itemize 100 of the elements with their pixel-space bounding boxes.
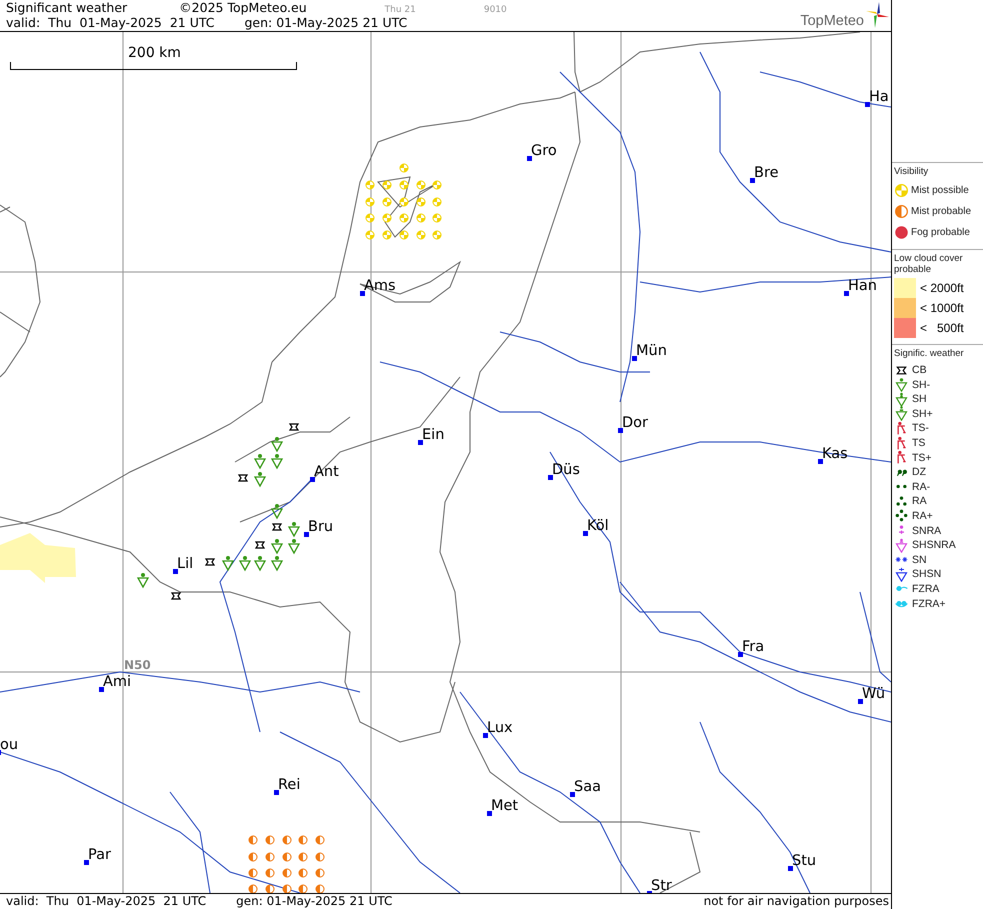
mist-possible-icon [432,180,442,190]
city-label: Ein [422,428,444,442]
city-label: Mün [636,344,667,358]
city-label: Bru [308,520,334,534]
city-marker [99,687,104,692]
shower-icon [222,556,234,572]
city-label: Lux [487,720,513,735]
legend-label: SH- [912,378,930,391]
mist-possible-icon [366,198,374,206]
valid-time: valid: Thu 01-May-2025 21 UTC [6,15,214,30]
city-label: Ami [103,674,132,689]
mist-probable-icon [282,868,292,878]
city-label: Met [491,798,518,813]
mist-possible-icon [400,180,408,190]
city-marker [304,532,309,537]
mist-probable-icon [248,868,258,878]
mist-possible-icon [416,180,426,190]
legend-heading: Visibility [894,167,930,178]
latitude-label: N50 [124,658,151,672]
cumulonimbus-icon [238,474,248,482]
legend-label: Fog probable [911,227,970,238]
logo-text: TopMeteo [800,13,864,29]
mist-possible-icon [432,198,442,206]
city-label: Han [848,278,877,293]
city-marker [750,178,755,183]
city-marker [618,428,623,433]
mist-possible-icon [416,214,426,222]
city-label: Lil [177,556,194,571]
shower-icon [270,556,284,572]
city-marker [788,866,793,871]
city-label: Ams [364,278,396,293]
legend-label: TS+ [912,452,932,464]
legend-label: RA [912,495,927,508]
legend-label: < 2000ft [920,280,964,298]
run-label: Thu 21 [384,5,416,15]
ra-heavy-icon [894,508,909,524]
chart-code: 9010 [484,5,507,15]
city-label: Par [88,848,111,862]
mist-possible-icon [400,230,408,240]
mist-probable-icon [298,836,308,844]
cumulonimbus-icon [204,558,216,566]
mist-possible-icon [366,214,374,222]
city-label: Dor [622,416,648,430]
cloud-color-scale [894,278,916,338]
generated-time: gen: 01-May-2025 21 UTC [236,894,392,909]
mist-possible-icon [894,183,909,198]
legend-label: Mist possible [911,185,969,196]
legend-label: < 500ft [920,320,964,338]
mist-possible-icon [400,198,408,206]
mist-probable-icon [282,884,292,893]
city-marker [865,102,870,107]
city-marker [487,811,492,816]
legend-label: TS- [912,422,929,434]
mist-possible-icon [400,214,408,222]
chart-title: Significant weather [6,0,128,15]
mist-possible-icon [382,198,392,206]
city-marker [738,652,743,657]
legend-label: SH [912,393,927,406]
mist-probable-icon [266,852,274,862]
shower-icon [288,539,300,554]
mist-possible-icon [382,214,392,222]
legend-label: SH+ [912,408,933,420]
legend-label: Mist probable [911,206,972,218]
city-marker [173,569,178,574]
mist-probable-icon [282,836,292,844]
mist-probable-icon [248,884,258,893]
legend-heading: Low cloud cover probable [894,254,964,276]
mist-probable-icon [316,852,324,862]
mist-possible-icon [366,180,374,190]
city-label: Gro [531,144,557,158]
legend-label: TS [912,437,926,450]
city-marker [632,356,637,361]
legend-label: < 1000ft [920,300,964,318]
legend-label: SHSNRA [912,539,956,552]
mist-possible-icon [432,214,442,222]
shower-icon [270,504,284,520]
cumulonimbus-icon [170,592,182,600]
mist-possible-icon [416,198,426,206]
sh-light-icon [894,377,909,392]
mist-probable-icon [316,884,324,893]
city-label: Rei [278,778,300,792]
city-label: Saa [574,780,601,794]
fog-probable-icon [894,225,909,240]
city-marker [527,156,532,161]
legend-label: SN [912,554,927,566]
pinwheel-logo-icon [865,1,889,29]
cumulonimbus-icon [288,423,300,431]
scale-label: 200 km [128,46,181,60]
city-label: Fra [742,640,764,654]
city-marker [483,733,488,738]
shower-icon [136,573,150,588]
copyright-text: ©2025 TopMeteo.eu [179,0,307,15]
mist-probable-icon [298,884,308,893]
mist-probable-icon [248,836,258,844]
mist-probable-icon [316,868,324,878]
city-marker [274,790,279,795]
legend-label: RA- [912,480,930,493]
city-marker [844,291,849,296]
city-label: Bre [754,166,779,180]
shower-icon [270,539,284,554]
